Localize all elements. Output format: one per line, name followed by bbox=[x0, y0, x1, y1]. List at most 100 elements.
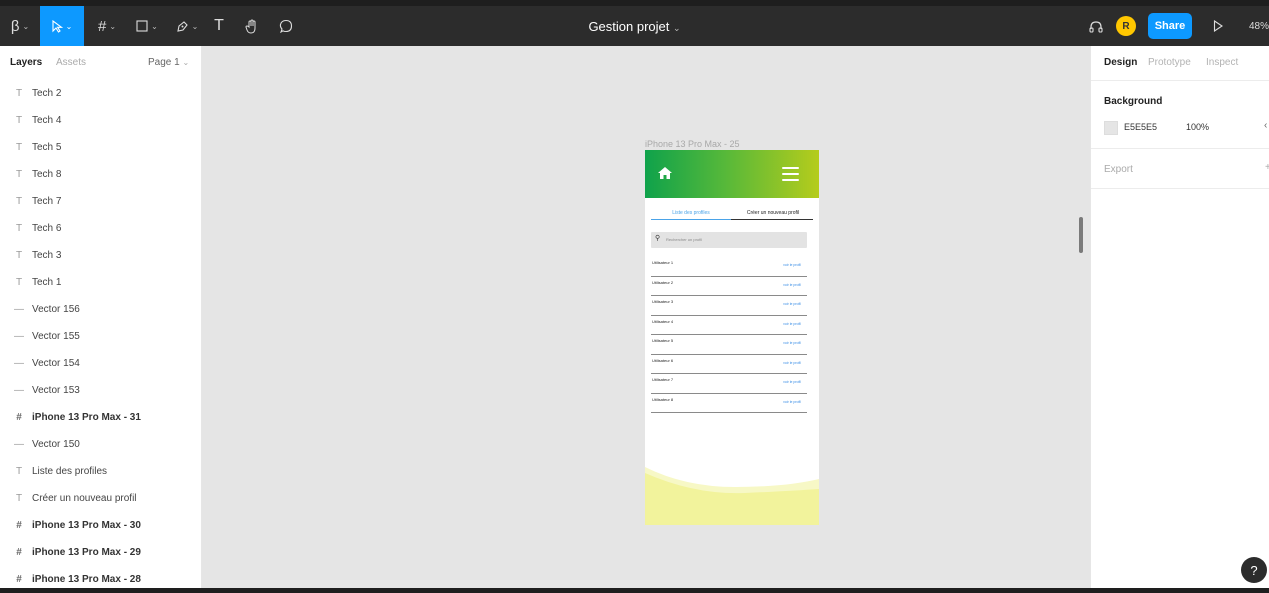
text-tool-button[interactable]: T bbox=[208, 6, 230, 46]
text-layer-icon: T bbox=[15, 277, 23, 288]
layer-item[interactable]: T Tech 4 bbox=[0, 107, 201, 134]
layer-item[interactable]: T Tech 8 bbox=[0, 161, 201, 188]
help-button[interactable]: ? bbox=[1241, 557, 1267, 583]
user-row: Utilisateur 8 voir le profil bbox=[651, 394, 807, 413]
layer-item[interactable]: — Vector 156 bbox=[0, 296, 201, 323]
layer-label: Liste des profiles bbox=[32, 466, 108, 477]
text-layer-icon: T bbox=[15, 223, 23, 234]
home-icon bbox=[658, 167, 672, 179]
vector-layer-icon: — bbox=[14, 358, 24, 369]
phone-frame[interactable]: Liste des profiles Créer un nouveau prof… bbox=[645, 150, 819, 525]
comment-tool-button[interactable] bbox=[274, 6, 298, 46]
layer-label: Créer un nouveau profil bbox=[32, 493, 137, 504]
layer-item[interactable]: T Créer un nouveau profil bbox=[0, 485, 201, 512]
background-opacity-value[interactable]: 100% bbox=[1186, 122, 1209, 132]
frame-layer-icon: # bbox=[16, 520, 22, 531]
vector-layer-icon: — bbox=[14, 439, 24, 450]
profile-search-bar: ⚲ Rechercher un profil bbox=[651, 232, 807, 248]
layer-item[interactable]: T Tech 5 bbox=[0, 134, 201, 161]
tab-design[interactable]: Design bbox=[1104, 57, 1137, 68]
zoom-level[interactable]: 48% bbox=[1249, 6, 1269, 46]
layer-item[interactable]: — Vector 150 bbox=[0, 431, 201, 458]
frame-label[interactable]: iPhone 13 Pro Max - 25 bbox=[645, 139, 740, 149]
file-title[interactable]: Gestion projet ⌄ bbox=[588, 19, 680, 34]
text-layer-icon: T bbox=[15, 88, 23, 99]
frame-layer-icon: # bbox=[16, 412, 22, 423]
tab-inspect[interactable]: Inspect bbox=[1206, 57, 1238, 68]
tab-assets[interactable]: Assets bbox=[56, 57, 86, 68]
page-selector[interactable]: Page 1 ⌄ bbox=[148, 57, 189, 68]
profile-tabs: Liste des profiles Créer un nouveau prof… bbox=[645, 210, 819, 224]
background-color-swatch[interactable] bbox=[1104, 121, 1118, 135]
section-divider bbox=[1091, 188, 1269, 189]
view-profile-link: voir le profil bbox=[783, 263, 801, 267]
play-icon bbox=[1213, 20, 1223, 32]
present-button[interactable] bbox=[1206, 6, 1230, 46]
hand-tool-button[interactable] bbox=[240, 6, 264, 46]
frame-layer-icon: # bbox=[16, 547, 22, 558]
layers-list: T Tech 2 T Tech 4 T Tech 5 T Tech 8 T Tech 7 T Tech… bbox=[0, 80, 201, 593]
figma-logo-icon: β bbox=[10, 17, 20, 35]
user-name: Utilisateur 2 bbox=[652, 279, 674, 285]
background-hex-value[interactable]: E5E5E5 bbox=[1124, 122, 1157, 132]
layer-item[interactable]: T Tech 6 bbox=[0, 215, 201, 242]
layer-label: Tech 6 bbox=[32, 223, 62, 234]
view-profile-link: voir le profil bbox=[783, 399, 801, 404]
pen-tool-button[interactable]: ⌄ bbox=[168, 6, 206, 46]
layer-item[interactable]: # iPhone 13 Pro Max - 29 bbox=[0, 539, 201, 566]
text-layer-icon: T bbox=[15, 142, 23, 153]
share-button[interactable]: Share bbox=[1148, 13, 1192, 39]
avatar[interactable]: R bbox=[1116, 16, 1136, 36]
layer-item[interactable]: # iPhone 13 Pro Max - 30 bbox=[0, 512, 201, 539]
layer-item[interactable]: T Liste des profiles bbox=[0, 458, 201, 485]
export-section-title[interactable]: Export bbox=[1104, 164, 1133, 175]
cursor-icon bbox=[52, 19, 63, 33]
user-row: Utilisateur 6 voir le profil bbox=[651, 355, 807, 374]
layer-label: Vector 153 bbox=[32, 385, 80, 396]
layer-label: Vector 154 bbox=[32, 358, 80, 369]
layer-item[interactable]: # iPhone 13 Pro Max - 28 bbox=[0, 566, 201, 593]
user-row: Utilisateur 5 voir le profil bbox=[651, 335, 807, 355]
frame-tool-button[interactable]: # ⌄ bbox=[88, 6, 126, 46]
tab-underline bbox=[731, 219, 813, 220]
layer-label: Tech 8 bbox=[32, 169, 62, 180]
layers-panel: Layers Assets Page 1 ⌄ T Tech 2 T Tech 4 T Te… bbox=[0, 46, 202, 588]
layer-item[interactable]: T Tech 3 bbox=[0, 242, 201, 269]
view-profile-link: voir le profil bbox=[783, 302, 801, 306]
main-menu-button[interactable]: β ⌄ bbox=[0, 6, 40, 46]
shape-tool-button[interactable]: ⌄ bbox=[128, 6, 166, 46]
layer-item[interactable]: — Vector 155 bbox=[0, 323, 201, 350]
user-name: Utilisateur 7 bbox=[652, 377, 674, 382]
view-profile-link: voir le profil bbox=[783, 321, 801, 326]
search-placeholder: Rechercher un profil bbox=[666, 237, 703, 242]
layer-item[interactable]: T Tech 1 bbox=[0, 269, 201, 296]
user-row: Utilisateur 1 voir le profil bbox=[651, 257, 807, 277]
tab-prototype[interactable]: Prototype bbox=[1148, 57, 1191, 68]
layer-item[interactable]: — Vector 153 bbox=[0, 377, 201, 404]
tab-layers[interactable]: Layers bbox=[10, 57, 42, 68]
view-profile-link: voir le profil bbox=[783, 380, 801, 384]
chevron-down-icon: ⌄ bbox=[22, 21, 30, 31]
layer-label: Tech 7 bbox=[32, 196, 62, 207]
canvas-scrollbar[interactable] bbox=[1079, 217, 1083, 253]
text-layer-icon: T bbox=[15, 493, 23, 504]
add-export-icon[interactable]: + bbox=[1265, 162, 1269, 173]
user-name: Utilisateur 5 bbox=[652, 338, 674, 343]
audio-button[interactable] bbox=[1084, 6, 1108, 46]
layer-item[interactable]: T Tech 2 bbox=[0, 80, 201, 107]
layer-item[interactable]: # iPhone 13 Pro Max - 31 bbox=[0, 404, 201, 431]
vector-layer-icon: — bbox=[14, 331, 24, 342]
layer-label: iPhone 13 Pro Max - 28 bbox=[32, 574, 141, 585]
layer-item[interactable]: T Tech 7 bbox=[0, 188, 201, 215]
canvas[interactable]: iPhone 13 Pro Max - 25 Liste des profile… bbox=[202, 46, 1090, 588]
left-panel-tabs: Layers Assets Page 1 ⌄ bbox=[0, 46, 201, 80]
layer-label: Vector 155 bbox=[32, 331, 80, 342]
visibility-icon[interactable]: ‹ bbox=[1264, 120, 1267, 131]
move-tool-button[interactable]: ⌄ bbox=[40, 6, 84, 46]
user-row: Utilisateur 2 voir le profil bbox=[651, 277, 807, 296]
user-name: Utilisateur 8 bbox=[652, 396, 674, 402]
layer-item[interactable]: — Vector 154 bbox=[0, 350, 201, 377]
vector-layer-icon: — bbox=[14, 385, 24, 396]
right-panel-tabs: Design Prototype Inspect bbox=[1091, 46, 1269, 81]
toolbar: β ⌄ ⌄ # ⌄ ⌄ ⌄ T Gestion projet ⌄ R Share 4… bbox=[0, 6, 1269, 46]
